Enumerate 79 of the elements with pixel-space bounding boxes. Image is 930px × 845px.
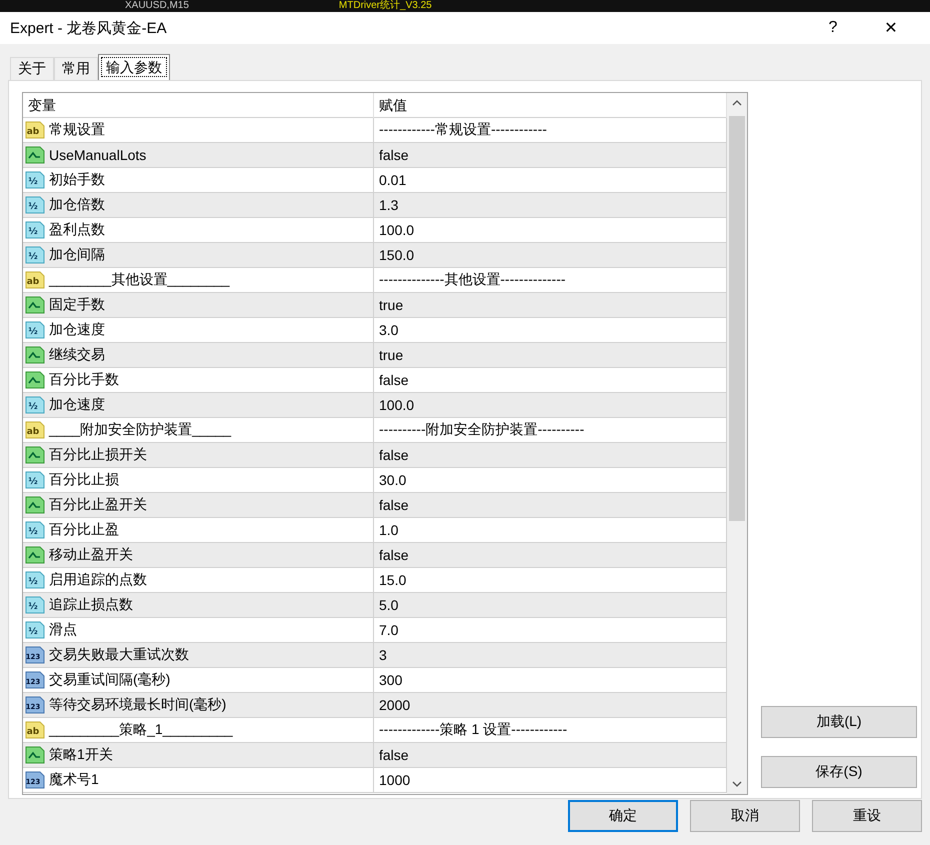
tab[interactable]: 关于 [10,57,54,80]
variable-name: 魔术号1 [49,771,99,789]
variable-name: 加仓间隔 [49,246,105,264]
tab[interactable]: 输入参数 [98,54,170,80]
variable-name: 百分比止盈 [49,521,119,539]
variable-name: 继续交易 [49,346,105,364]
close-button[interactable]: ✕ [862,10,920,46]
decimal-type-icon: ½ [25,520,45,540]
dialog-button[interactable]: 重设 [812,800,922,832]
table-row[interactable]: ½ 追踪止损点数 5.0 [23,593,727,618]
save-button[interactable]: 保存(S) [761,756,917,788]
decimal-type-icon: ½ [25,320,45,340]
table-row[interactable]: ab ________其他设置________ --------------其他设置-------------- [23,268,727,293]
text-type-icon: ab [25,720,45,740]
table-row[interactable]: ab 常规设置 ------------常规设置------------ [23,118,727,143]
variable-name: 百分比止损开关 [49,446,147,464]
variable-name: 等待交易环境最长时间(毫秒) [49,696,226,714]
table-row[interactable]: 百分比手数 false [23,368,727,393]
variable-name: 百分比止盈开关 [49,496,147,514]
table-row[interactable]: ½ 加仓倍数 1.3 [23,193,727,218]
variable-name: 移动止盈开关 [49,546,133,564]
variable-name: 启用追踪的点数 [49,571,147,589]
variable-name: 加仓倍数 [49,196,105,214]
table-row[interactable]: ½ 百分比止盈 1.0 [23,518,727,543]
dialog-button[interactable]: 取消 [690,800,800,832]
table-row[interactable]: ½ 启用追踪的点数 15.0 [23,568,727,593]
variable-name: ____附加安全防护装置_____ [49,421,232,439]
table-row[interactable]: ab _________策略_1_________ -------------策略 1 设置------------ [23,718,727,743]
table-row[interactable]: ½ 初始手数 0.01 [23,168,727,193]
decimal-type-icon: ½ [25,595,45,615]
scrollbar-thumb[interactable] [729,116,745,521]
table-row[interactable]: ½ 加仓速度 3.0 [23,318,727,343]
decimal-type-icon: ½ [25,620,45,640]
variable-name: UseManualLots [49,147,146,163]
table-row[interactable]: 移动止盈开关 false [23,543,727,568]
table-row[interactable]: ab ____附加安全防护装置_____ ----------附加安全防护装置---------- [23,418,727,443]
help-button[interactable]: ? [804,10,862,46]
table-row[interactable]: ½ 加仓间隔 150.0 [23,243,727,268]
vertical-scrollbar[interactable] [727,93,747,794]
variable-name: ________其他设置________ [49,271,230,289]
text-type-icon: ab [25,120,45,140]
table-row[interactable]: ½ 滑点 7.0 [23,618,727,643]
text-type-icon: ab [25,420,45,440]
table-row[interactable]: 策略1开关 false [23,743,727,768]
variable-name: 追踪止损点数 [49,596,133,614]
table-row[interactable]: ½ 百分比止损 30.0 [23,468,727,493]
decimal-type-icon: ½ [25,570,45,590]
variable-name: 盈利点数 [49,221,105,239]
table-row[interactable]: 百分比止损开关 false [23,443,727,468]
dialog-button[interactable]: 确定 [568,800,678,832]
variable-name: 初始手数 [49,171,105,189]
variable-name: 加仓速度 [49,321,105,339]
table-row[interactable]: 继续交易 true [23,343,727,368]
decimal-type-icon: ½ [25,220,45,240]
variable-name: 交易重试间隔(毫秒) [49,671,170,689]
table-row[interactable]: 百分比止盈开关 false [23,493,727,518]
variable-name: 固定手数 [49,296,105,314]
load-button[interactable]: 加载(L) [761,706,917,738]
window-title: Expert - 龙卷风黄金-EA [10,18,168,38]
variable-name: 交易失败最大重试次数 [49,646,189,664]
variable-name: 滑点 [49,621,77,639]
table-row[interactable]: UseManualLots false [23,143,727,168]
table-row[interactable]: 固定手数 true [23,293,727,318]
variable-name: 加仓速度 [49,396,105,414]
decimal-type-icon: ½ [25,395,45,415]
decimal-type-icon: ½ [25,170,45,190]
decimal-type-icon: ½ [25,195,45,215]
variable-name: 百分比止损 [49,471,119,489]
decimal-type-icon: ½ [25,470,45,490]
table-row[interactable]: ½ 盈利点数 100.0 [23,218,727,243]
text-type-icon: ab [25,270,45,290]
tab[interactable]: 常用 [54,57,98,80]
variable-name: _________策略_1_________ [49,721,233,739]
variable-name: 策略1开关 [49,746,113,764]
chart-title: XAUUSD,M15 [125,0,189,12]
variable-name: 常规设置 [49,121,105,139]
variable-name: 百分比手数 [49,371,119,389]
decimal-type-icon: ½ [25,245,45,265]
table-row[interactable]: ½ 加仓速度 100.0 [23,393,727,418]
